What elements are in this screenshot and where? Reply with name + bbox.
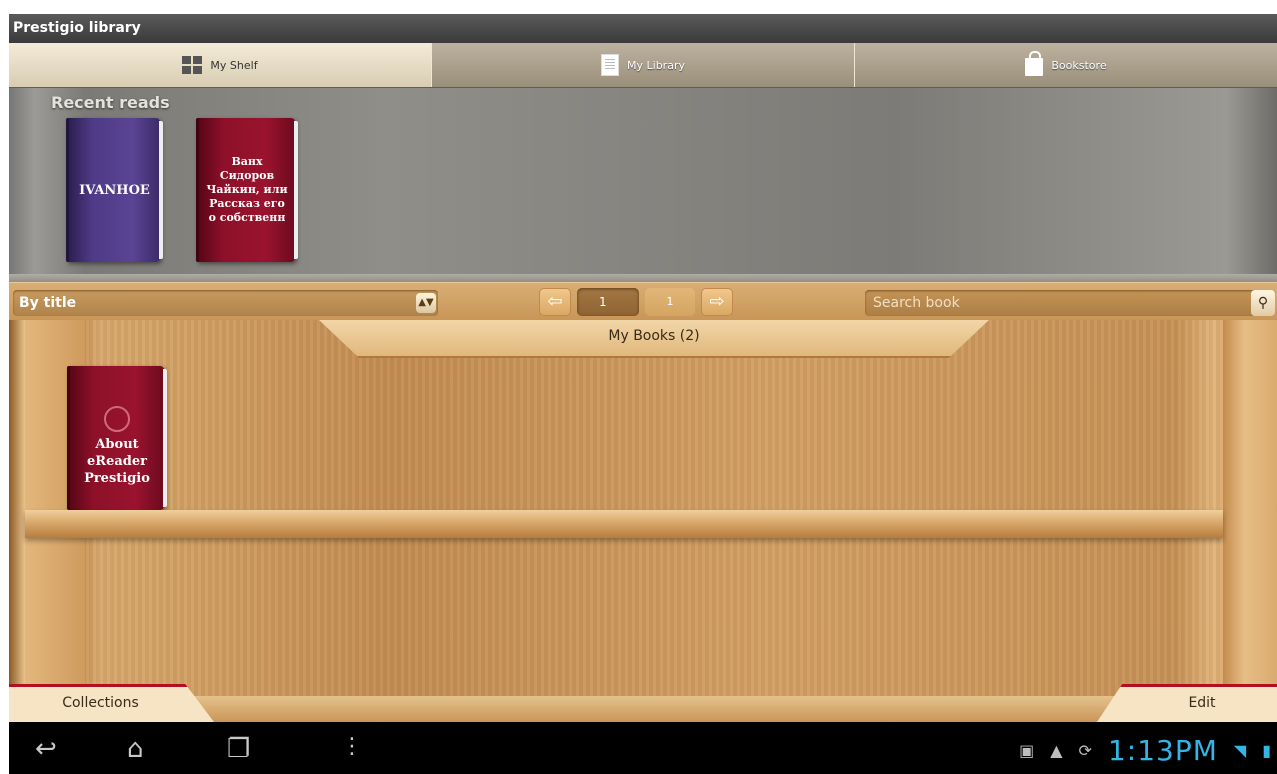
tab-label: My Library (627, 58, 685, 72)
grid-icon (182, 56, 203, 74)
book-title: IVANHOE (79, 182, 150, 198)
shelf-plank (25, 510, 1223, 538)
tab-my-shelf[interactable]: My Shelf (9, 43, 432, 87)
app-window: Prestigio library My Shelf My Library Bo… (9, 14, 1277, 774)
sort-value: By title (19, 295, 77, 311)
tab-label: My Shelf (210, 58, 258, 72)
image-notification-icon: ▣ (1019, 741, 1035, 760)
next-page-button[interactable]: ⇨ (701, 288, 733, 316)
wood-texture (9, 320, 1277, 696)
shelf-toolbar: By title ▲▼ ⇦ 1 1 ⇨ Search book ⚲ (9, 282, 1277, 322)
system-nav-bar: ↩ ⌂ ❐ ⋮ ▣ ▲ ⟳ 1:13PM ◥ ▮ (9, 722, 1277, 774)
book-title: About eReader Prestigio (84, 437, 150, 486)
arrow-right-icon: ⇨ (709, 291, 725, 312)
battery-icon: ▮ (1262, 741, 1271, 760)
recent-reads-shelf: Recent reads IVANHOE Ванх Сидоров Чайкин… (9, 88, 1277, 284)
search-icon[interactable]: ⚲ (1251, 290, 1275, 316)
back-icon[interactable]: ↩ (35, 734, 57, 764)
shopping-bag-icon (1025, 51, 1044, 76)
status-area: ▣ ▲ ⟳ 1:13PM ◥ ▮ (1019, 734, 1271, 767)
bottom-bar: Collections Edit (9, 684, 1277, 722)
warning-icon: ▲ (1050, 741, 1063, 760)
book-title: Ванх Сидоров Чайкин, или Рассказ его о с… (206, 155, 288, 224)
search-input[interactable]: Search book ⚲ (865, 290, 1275, 316)
menu-icon[interactable]: ⋮ (341, 734, 363, 759)
clock: 1:13PM (1107, 734, 1218, 767)
pager: ⇦ 1 1 ⇨ (539, 288, 733, 316)
search-placeholder: Search book (873, 295, 960, 311)
book-sidorov[interactable]: Ванх Сидоров Чайкин, или Рассказ его о с… (196, 118, 298, 262)
collections-button[interactable]: Collections (9, 684, 214, 722)
home-icon[interactable]: ⌂ (127, 734, 144, 764)
sort-arrows-icon[interactable]: ▲▼ (416, 293, 436, 313)
sync-icon: ⟳ (1078, 741, 1092, 760)
recent-reads-label: Recent reads (51, 93, 170, 112)
tab-bar: My Shelf My Library Bookstore (9, 43, 1277, 88)
recent-apps-icon[interactable]: ❐ (227, 734, 250, 764)
edit-button[interactable]: Edit (1097, 684, 1277, 722)
app-title: Prestigio library (9, 14, 1277, 43)
page-input[interactable]: 1 (577, 288, 639, 316)
book-ivanhoe[interactable]: IVANHOE (66, 118, 163, 262)
tab-my-library[interactable]: My Library (432, 43, 855, 87)
tab-bookstore[interactable]: Bookstore (855, 43, 1277, 87)
page-total: 1 (645, 288, 695, 316)
document-icon (601, 54, 620, 76)
my-books-shelf: My Books (2) About eReader Prestigio (9, 320, 1277, 696)
prev-page-button[interactable]: ⇦ (539, 288, 571, 316)
prestigio-logo-icon (104, 406, 130, 432)
shelf-side-left (9, 320, 25, 696)
book-about-ereader[interactable]: About eReader Prestigio (67, 366, 167, 510)
arrow-left-icon: ⇦ (547, 291, 563, 312)
sort-dropdown[interactable]: By title ▲▼ (13, 290, 438, 316)
shelf-banner-title: My Books (2) (608, 328, 700, 344)
tab-label: Bookstore (1051, 58, 1107, 72)
wifi-icon: ◥ (1233, 741, 1247, 760)
shelf-side-right (1223, 320, 1277, 696)
